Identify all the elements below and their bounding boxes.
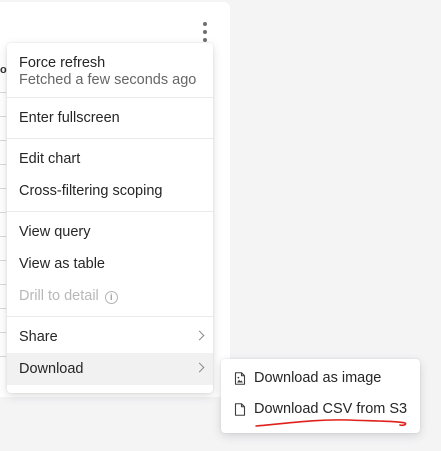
menu-item-label: Share	[19, 329, 58, 345]
menu-item-label: View query	[19, 224, 91, 240]
kebab-dot-icon	[203, 22, 207, 26]
chart-options-menu: Force refresh Fetched a few seconds ago …	[7, 43, 213, 393]
menu-item-label: Enter fullscreen	[19, 110, 120, 126]
menu-item-label: Download	[19, 361, 84, 377]
menu-item-label: Edit chart	[19, 151, 81, 167]
menu-item-enter-fullscreen[interactable]: Enter fullscreen	[7, 102, 213, 134]
menu-item-download-csv-from-s3[interactable]: Download CSV from S3	[221, 394, 420, 425]
menu-item-drill-to-detail: Drill to detail i	[7, 280, 213, 312]
menu-item-cross-filtering-scoping[interactable]: Cross-filtering scoping	[7, 175, 213, 207]
dashboard-canvas: or Force refresh Fetched a few seconds a…	[0, 0, 441, 451]
menu-divider	[7, 138, 213, 139]
menu-item-edit-chart[interactable]: Edit chart	[7, 143, 213, 175]
kebab-dot-icon	[203, 30, 207, 34]
chevron-right-icon	[194, 362, 205, 373]
fetched-timestamp-label: Fetched a few seconds ago	[19, 72, 197, 88]
chart-menu-trigger[interactable]	[197, 22, 213, 42]
menu-item-label: View as table	[19, 256, 105, 272]
file-icon	[234, 403, 246, 416]
menu-item-download[interactable]: Download	[7, 353, 213, 385]
menu-item-download-as-image[interactable]: Download as image	[221, 363, 420, 394]
chevron-right-icon	[194, 330, 205, 341]
menu-item-label: Drill to detail	[19, 288, 99, 304]
menu-item-label: Cross-filtering scoping	[19, 183, 163, 199]
menu-item-label: Download as image	[254, 370, 382, 386]
menu-item-view-as-table[interactable]: View as table	[7, 248, 213, 280]
menu-item-share[interactable]: Share	[7, 321, 213, 353]
info-icon[interactable]: i	[104, 291, 118, 304]
file-image-icon	[234, 372, 246, 385]
menu-divider	[7, 316, 213, 317]
menu-divider	[7, 97, 213, 98]
fetched-timestamp: Fetched a few seconds ago	[7, 71, 213, 93]
menu-item-label: Download CSV from S3	[254, 401, 408, 417]
menu-item-view-query[interactable]: View query	[7, 216, 213, 248]
menu-item-label: Force refresh	[19, 55, 106, 71]
download-submenu: Download as image Download CSV from S3	[221, 359, 420, 433]
kebab-dot-icon	[203, 38, 207, 42]
menu-divider	[7, 211, 213, 212]
